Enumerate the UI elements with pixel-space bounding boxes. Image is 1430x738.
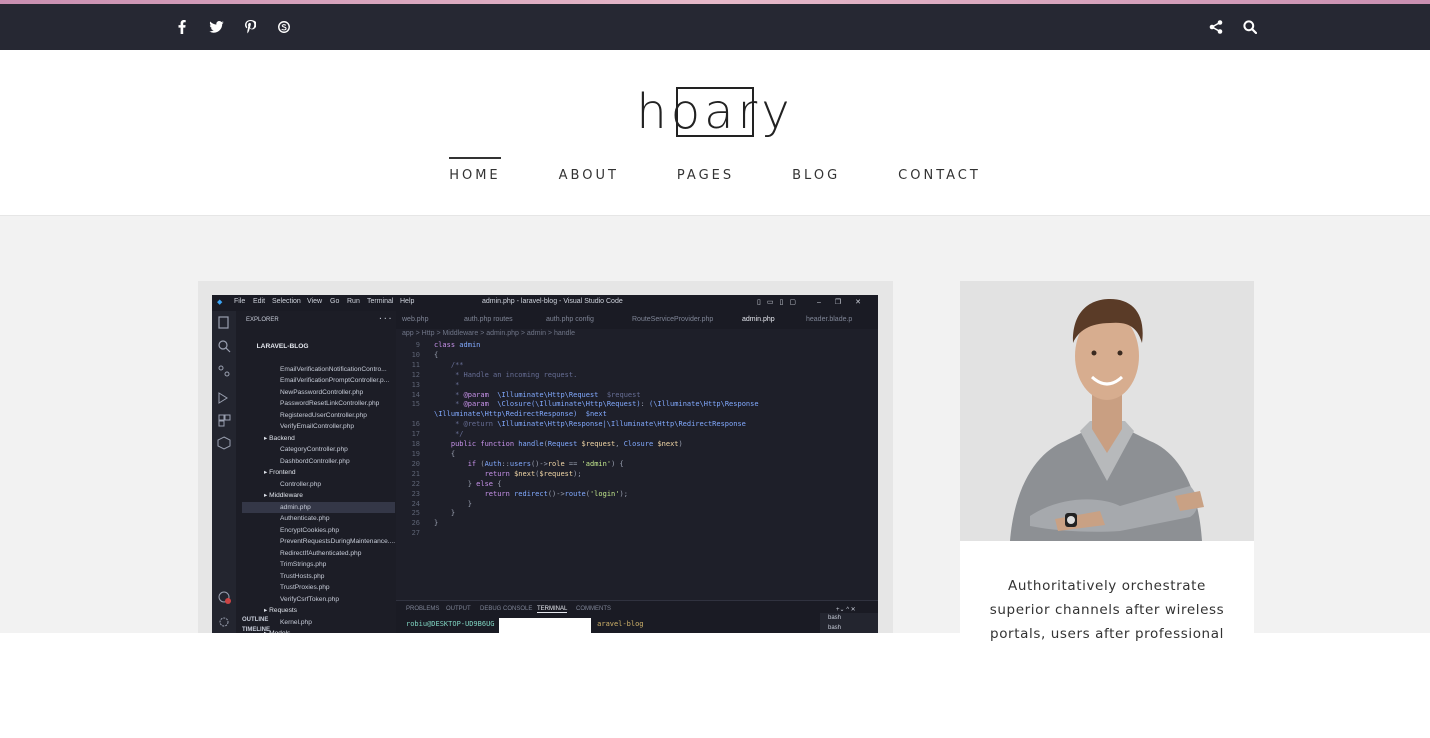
layout-icons: ▯▭▯▢	[757, 299, 802, 306]
nav-contact[interactable]: CONTACT	[898, 168, 981, 183]
terminal-list: bash bash	[820, 613, 878, 633]
tree-file: admin.php	[242, 501, 396, 513]
terminal-shell: bash	[828, 615, 842, 621]
search-icon[interactable]	[1240, 17, 1260, 37]
editor-tab: auth.php config	[546, 316, 594, 323]
menu-file: File	[234, 298, 246, 305]
sidebar-bottom: OUTLINE TIMELINE	[236, 615, 396, 633]
tree-file: PasswordResetLinkController.php	[280, 400, 380, 407]
tree-folder: ▸ Frontend	[264, 469, 296, 476]
share-icon[interactable]	[1206, 17, 1226, 37]
more-icon: ···	[378, 314, 393, 323]
tree-file: PreventRequestsDuringMaintenance....	[280, 538, 396, 545]
menu-terminal: Terminal	[367, 298, 394, 305]
header-tools	[1206, 17, 1260, 37]
pinterest-icon[interactable]	[240, 17, 260, 37]
tree-file: TrustHosts.php	[280, 572, 325, 580]
editor-titlebar: ◆ File Edit Selection View Go Run Termin…	[212, 295, 878, 311]
project-name: LARAVEL-BLOG	[256, 342, 309, 350]
explorer-label: EXPLORER	[246, 317, 279, 323]
tree-file: TrimStrings.php	[280, 561, 327, 568]
vscode-logo-icon: ◆	[217, 299, 223, 306]
menu-help: Help	[400, 298, 415, 305]
tree-folder: ▸ Middleware	[264, 492, 303, 499]
tree-file: VerifyEmailController.php	[280, 423, 355, 430]
twitter-icon[interactable]	[206, 17, 226, 37]
tree-file: CategoryController.php	[280, 446, 348, 453]
editor-tab: RouteServiceProvider.php	[632, 316, 714, 323]
nav-pages[interactable]: PAGES	[677, 168, 734, 183]
tree-folder: ▸ Backend	[264, 434, 295, 442]
nav-home[interactable]: HOME	[449, 157, 501, 183]
tree-file: EmailVerificationPromptController.p...	[280, 377, 390, 384]
redaction-block	[499, 618, 591, 633]
skype-icon[interactable]	[274, 17, 294, 37]
terminal-panel: PROBLEMS OUTPUT DEBUG CONSOLE TERMINAL C…	[396, 600, 878, 633]
tree-file: RegisteredUserController.php	[280, 411, 367, 419]
tree-file: NewPasswordController.php	[280, 388, 364, 396]
menu-view: View	[307, 298, 323, 305]
main-content: ◆ File Edit Selection View Go Run Termin…	[0, 216, 1430, 642]
featured-post-card[interactable]: ◆ File Edit Selection View Go Run Termin…	[198, 281, 893, 633]
facebook-icon[interactable]	[172, 17, 192, 37]
timeline-section: TIMELINE	[242, 627, 270, 633]
author-photo	[960, 281, 1254, 541]
post-image-vscode[interactable]: ◆ File Edit Selection View Go Run Termin…	[212, 295, 878, 633]
nav-about[interactable]: ABOUT	[559, 168, 619, 183]
tree-file: Controller.php	[280, 480, 322, 488]
window-controls-icon: –❐✕	[817, 299, 876, 306]
tree-file: TrustProxies.php	[280, 584, 330, 591]
tree-file: VerifyCsrfToken.php	[280, 595, 340, 603]
tree-file: EmailVerificationNotificationContro...	[280, 365, 387, 373]
panel-tab: PROBLEMS	[406, 606, 440, 612]
menu-selection: Selection	[272, 298, 301, 305]
activity-bar	[212, 311, 236, 633]
editor-tab: header.blade.p	[806, 316, 853, 323]
tree-file: Authenticate.php	[280, 515, 330, 522]
terminal-shell: bash	[828, 625, 842, 631]
author-widget: Authoritatively orchestrate superior cha…	[960, 281, 1254, 642]
menu-run: Run	[347, 298, 360, 305]
panel-tab-active: TERMINAL	[537, 606, 568, 613]
editor-window-title: admin.php - laravel-blog - Visual Studio…	[482, 298, 623, 305]
code-area: 9 class admin 10{ 11 /** 12 * Handle an i…	[411, 341, 759, 538]
top-bar	[0, 4, 1430, 50]
nav-blog[interactable]: BLOG	[792, 168, 840, 183]
menu-go: Go	[330, 298, 340, 305]
file-tree: LARAVEL-BLOG EmailVerificationNotificati…	[242, 329, 396, 633]
menu-edit: Edit	[253, 298, 266, 305]
social-links	[172, 17, 294, 37]
logo-frame	[676, 87, 754, 137]
panel-controls-icon: +⌄ ^ ✕	[836, 607, 856, 613]
file-tree-items: EmailVerificationNotificationContro... Em…	[242, 364, 396, 633]
author-bio: Authoritatively orchestrate superior cha…	[989, 578, 1225, 642]
outline-section: OUTLINE	[242, 617, 269, 623]
main-nav: HOME ABOUT PAGES BLOG CONTACT	[0, 157, 1430, 183]
editor-tab: auth.php routes	[464, 316, 513, 323]
tree-file: DashbordController.php	[280, 457, 350, 465]
tree-file: RedirectIfAuthenticated.php	[280, 549, 362, 557]
panel-tab: COMMENTS	[576, 606, 611, 612]
editor-tabs: web.php auth.php routes auth.php config …	[396, 311, 878, 329]
tree-file: EncryptCookies.php	[280, 526, 340, 534]
panel-tab: OUTPUT	[446, 606, 471, 612]
site-header: hoary HOME ABOUT PAGES BLOG CONTACT	[0, 50, 1430, 216]
editor-tab-active: admin.php	[742, 316, 775, 323]
editor-tab: web.php	[402, 316, 429, 323]
panel-tab: DEBUG CONSOLE	[480, 606, 533, 612]
editor-breadcrumb: app > Http > Middleware > admin.php > ad…	[402, 330, 575, 337]
